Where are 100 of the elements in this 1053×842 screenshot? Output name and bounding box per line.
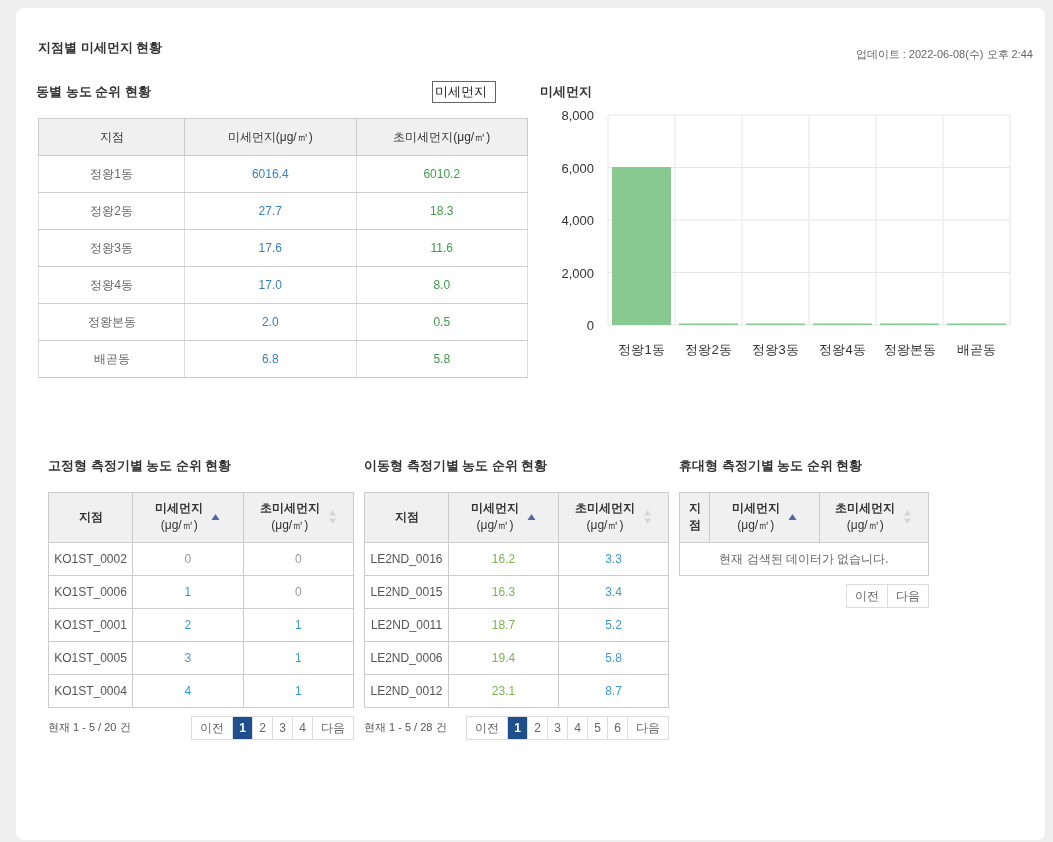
result-count: 현재 1 - 5 / 20 건	[48, 720, 131, 736]
sort-ascending-icon[interactable]	[211, 513, 221, 521]
column-header: 초미세먼지 (μg/㎥)	[558, 492, 669, 542]
section-title: 이동형 측정기별 농도 순위 현황	[364, 456, 549, 472]
x-tick-label: 정왕1동	[618, 341, 665, 357]
column-header: 지점	[38, 118, 185, 155]
y-tick-label: 6,000	[561, 160, 594, 175]
table-cell: 배곧동	[38, 340, 185, 377]
table-cell: 19.4	[448, 641, 559, 674]
table-cell: 16.3	[448, 575, 559, 608]
table-cell: 5.2	[558, 608, 669, 641]
page-button[interactable]: 4	[293, 716, 313, 739]
column-header: 미세먼지 (μg/㎥)	[132, 492, 243, 542]
page-title: 지점별 미세먼지 현황	[38, 39, 163, 57]
page-button[interactable]: 2	[253, 716, 273, 739]
table-cell: 27.7	[184, 192, 356, 229]
pollutant-select[interactable]: 미세먼지	[432, 80, 496, 103]
x-tick-label: 정왕본동	[883, 341, 936, 357]
table-cell: KO1ST_0005	[48, 641, 133, 674]
table-cell: 3.4	[558, 575, 669, 608]
table-cell: 1	[243, 641, 354, 674]
table-cell: 16.2	[448, 542, 559, 575]
table-cell: KO1ST_0002	[48, 542, 133, 575]
column-header: 지점	[679, 492, 710, 542]
table-cell: 정왕1동	[38, 155, 185, 192]
table-cell: LE2ND_0015	[364, 575, 449, 608]
table-cell: 0	[243, 542, 354, 575]
update-time: 업데이트 : 2022-06-08(수) 오후 2:44	[855, 47, 1033, 62]
bar[interactable]	[612, 166, 671, 325]
sort-ascending-icon[interactable]	[787, 513, 797, 521]
page-button[interactable]: 4	[568, 716, 588, 739]
column-header: 지점	[364, 492, 449, 542]
table-cell: 6016.4	[184, 155, 356, 192]
table-cell: 정왕2동	[38, 192, 185, 229]
page-button[interactable]: 3	[548, 716, 568, 739]
column-header: 초미세먼지(μg/㎥)	[356, 118, 528, 155]
table-cell: 6010.2	[356, 155, 528, 192]
table-cell: 8.0	[356, 266, 528, 303]
x-tick-label: 정왕4동	[819, 341, 866, 357]
result-count: 현재 1 - 5 / 28 건	[364, 720, 447, 736]
table-cell: 23.1	[448, 674, 559, 707]
x-tick-label: 정왕3동	[752, 341, 799, 357]
table-cell: 17.6	[184, 229, 356, 266]
next-page-button[interactable]: 다음	[888, 584, 928, 607]
table-cell: KO1ST_0004	[48, 674, 133, 707]
next-page-button[interactable]: 다음	[313, 716, 353, 739]
table-cell: 0.5	[356, 303, 528, 340]
table-cell: 4	[132, 674, 243, 707]
table-cell: LE2ND_0016	[364, 542, 449, 575]
column-header: 미세먼지 (μg/㎥)	[448, 492, 559, 542]
table-cell: 18.7	[448, 608, 559, 641]
table-cell: 11.6	[356, 229, 528, 266]
table-cell: KO1ST_0006	[48, 575, 133, 608]
table-cell: 3	[132, 641, 243, 674]
table-cell: 0	[243, 575, 354, 608]
column-header: 지점	[48, 492, 133, 542]
table-cell: 5.8	[558, 641, 669, 674]
table-cell: KO1ST_0001	[48, 608, 133, 641]
table-cell: 2	[132, 608, 243, 641]
page-button[interactable]: 1	[233, 716, 253, 739]
page-button[interactable]: 1	[508, 716, 528, 739]
empty-message: 현재 검색된 데이터가 없습니다.	[679, 542, 929, 575]
chart-title: 미세먼지	[540, 82, 593, 101]
table-cell: 5.8	[356, 340, 528, 377]
y-tick-label: 4,000	[561, 212, 594, 228]
section-title: 동별 농도 순위 현황	[36, 82, 151, 101]
table-cell: 0	[132, 542, 243, 575]
column-header: 미세먼지(μg/㎥)	[184, 118, 356, 155]
section-title: 휴대형 측정기별 농도 순위 현황	[679, 456, 864, 472]
table-cell: 18.3	[356, 192, 528, 229]
page-button[interactable]: 6	[608, 716, 628, 739]
page-button[interactable]: 5	[588, 716, 608, 739]
table-cell: 1	[243, 608, 354, 641]
sort-ascending-icon[interactable]	[527, 513, 536, 521]
table-cell: 2.0	[184, 303, 356, 340]
x-tick-label: 배곧동	[957, 341, 996, 357]
prev-page-button[interactable]: 이전	[847, 584, 888, 607]
y-tick-label: 0	[586, 317, 594, 333]
sort-icon[interactable]	[643, 509, 652, 525]
table-cell: 3.3	[558, 542, 669, 575]
table-cell: 정왕본동	[38, 303, 185, 340]
table-cell: LE2ND_0011	[364, 608, 449, 641]
table-cell: 1	[243, 674, 354, 707]
table-cell: 1	[132, 575, 243, 608]
page-button[interactable]: 2	[528, 716, 548, 739]
table-cell: 6.8	[184, 340, 356, 377]
table-cell: 8.7	[558, 674, 669, 707]
next-page-button[interactable]: 다음	[628, 716, 668, 739]
column-header: 초미세먼지 (μg/㎥)	[819, 492, 929, 542]
page-button[interactable]: 3	[273, 716, 293, 739]
table-cell: 정왕3동	[38, 229, 185, 266]
table-cell: LE2ND_0006	[364, 641, 449, 674]
x-tick-label: 정왕2동	[685, 341, 732, 357]
column-header: 초미세먼지 (μg/㎥)	[243, 492, 354, 542]
table-cell: 정왕4동	[38, 266, 185, 303]
sort-icon[interactable]	[903, 509, 913, 525]
y-tick-label: 8,000	[561, 107, 594, 123]
y-tick-label: 2,000	[561, 265, 594, 280]
sort-icon[interactable]	[327, 509, 337, 525]
table-cell: LE2ND_0012	[364, 674, 449, 707]
